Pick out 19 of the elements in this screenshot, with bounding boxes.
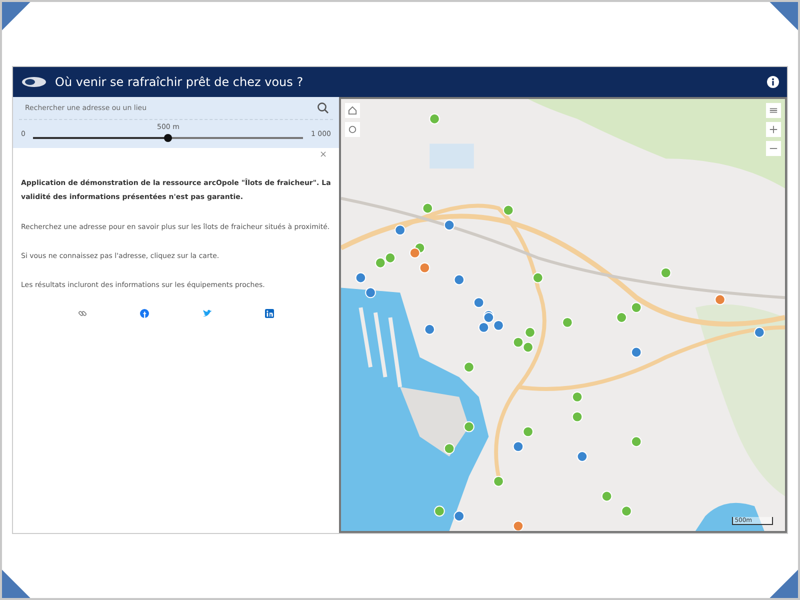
app-title: Où venir se rafraîchir prêt de chez vous ? xyxy=(55,75,304,89)
facebook-icon[interactable] xyxy=(140,309,150,318)
link-icon[interactable] xyxy=(78,309,87,318)
logo-icon xyxy=(21,75,47,89)
info-icon[interactable] xyxy=(767,76,779,88)
zoom-out-button[interactable] xyxy=(766,141,781,156)
slider-thumb[interactable] xyxy=(164,134,172,142)
close-button[interactable]: × xyxy=(315,148,331,162)
menu-icon xyxy=(769,106,778,115)
home-button[interactable] xyxy=(345,103,360,118)
home-icon xyxy=(348,106,357,115)
plus-icon xyxy=(769,125,778,134)
layers-button[interactable] xyxy=(766,103,781,118)
zoom-in-button[interactable] xyxy=(766,122,781,137)
twitter-icon[interactable] xyxy=(202,309,212,318)
search-icon[interactable] xyxy=(317,102,329,114)
linkedin-icon[interactable] xyxy=(265,309,274,318)
locate-icon xyxy=(348,125,357,134)
locate-button[interactable] xyxy=(345,122,360,137)
